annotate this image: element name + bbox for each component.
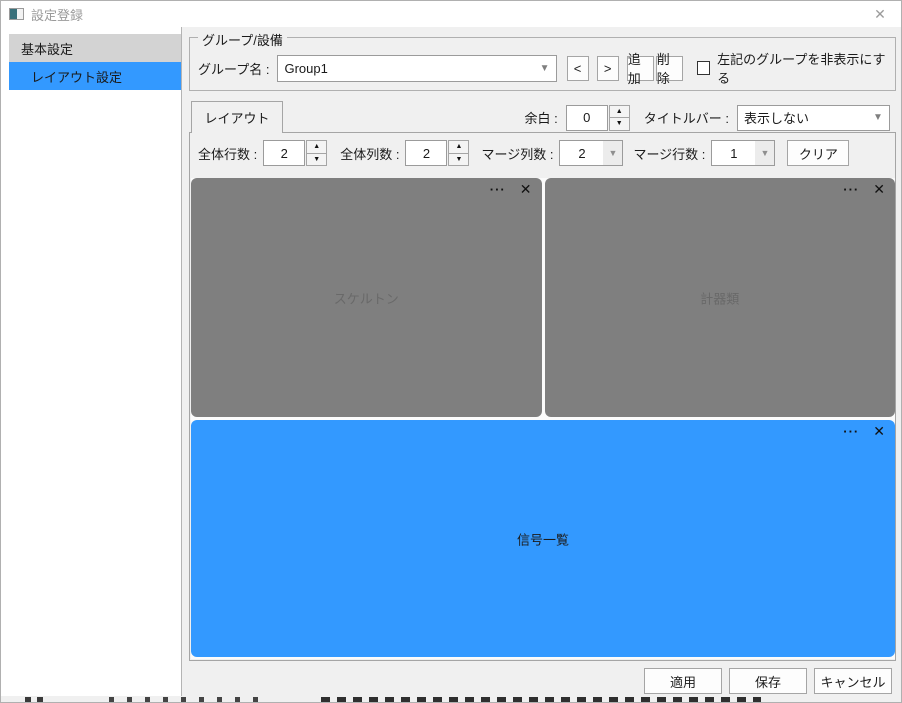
margin-input[interactable]: 0 <box>565 104 608 131</box>
dialog-titlebar: 設定登録 ✕ <box>1 1 901 27</box>
total-rows-spin-buttons: ▲ ▼ <box>306 140 328 166</box>
spin-down-icon[interactable]: ▼ <box>306 152 328 166</box>
titlebar-mode-combobox[interactable]: 表示しない ▼ <box>737 104 890 131</box>
grid-controls-row: 全体行数 : 2 ▲ ▼ 全体列数 : 2 ▲ ▼ マージ列数 : 2 ▼ マー… <box>198 139 891 167</box>
panel-close-icon[interactable]: ✕ <box>873 423 885 440</box>
panel-label: 信号一覧 <box>516 532 569 547</box>
apply-button[interactable]: 適用 <box>644 668 722 694</box>
panel-close-icon[interactable]: ✕ <box>520 181 532 198</box>
panel-header: ··· ✕ <box>843 423 885 440</box>
total-rows-spinner: 2 ▲ ▼ <box>263 140 328 166</box>
background-window-fragment <box>321 697 761 702</box>
background-window-fragment <box>109 697 259 702</box>
sidebar-item-basic-settings[interactable]: 基本設定 <box>9 34 181 62</box>
tab-layout[interactable]: レイアウト <box>191 101 283 133</box>
total-cols-spinner: 2 ▲ ▼ <box>405 140 470 166</box>
merge-cols-label: マージ列数 : <box>481 146 554 162</box>
merge-rows-value: 1 <box>712 141 756 165</box>
next-group-button[interactable]: > <box>596 55 619 81</box>
panel-header: ··· ✕ <box>843 181 885 198</box>
layout-preview-grid: ··· ✕ スケルトン ··· ✕ 計器類 ··· ✕ 信号一覧 <box>191 178 895 659</box>
footer-buttons: 適用 保存 キャンセル <box>644 668 892 694</box>
spin-up-icon[interactable]: ▲ <box>306 140 328 154</box>
prev-group-button[interactable]: < <box>566 55 589 81</box>
hide-group-checkbox[interactable] <box>696 61 711 75</box>
total-rows-input[interactable]: 2 <box>263 140 306 166</box>
background-window-fragment <box>25 697 45 702</box>
panel-instruments[interactable]: ··· ✕ 計器類 <box>544 178 895 417</box>
group-name-combobox[interactable]: Group1 ▼ <box>277 54 557 82</box>
groupbox-legend: グループ/設備 <box>198 30 287 49</box>
sidebar-item-layout-settings[interactable]: レイアウト設定 <box>9 62 181 90</box>
spin-up-icon[interactable]: ▲ <box>448 140 470 154</box>
total-rows-label: 全体行数 : <box>198 146 258 162</box>
settings-sidebar: 基本設定 レイアウト設定 <box>1 27 182 696</box>
panel-label: スケルトン <box>333 291 399 306</box>
total-cols-input[interactable]: 2 <box>405 140 448 166</box>
chevron-down-icon[interactable]: ▼ <box>755 141 775 165</box>
spin-up-icon[interactable]: ▲ <box>608 104 630 118</box>
merge-cols-combobox[interactable]: 2 ▼ <box>559 140 624 166</box>
total-cols-spin-buttons: ▲ ▼ <box>448 140 470 166</box>
ellipsis-menu-icon[interactable]: ··· <box>490 182 506 197</box>
cancel-button[interactable]: キャンセル <box>814 668 892 694</box>
close-icon: ✕ <box>874 5 886 22</box>
ellipsis-menu-icon[interactable]: ··· <box>843 182 859 197</box>
titlebar-mode-value: 表示しない <box>738 105 867 130</box>
group-equipment-groupbox: グループ/設備 グループ名 : Group1 ▼ < > 追加 削除 左記のグル… <box>189 30 896 91</box>
sidebar-item-label: 基本設定 <box>21 41 74 57</box>
group-name-value: Group1 <box>278 55 534 81</box>
add-group-button[interactable]: 追加 <box>626 52 654 86</box>
chevron-down-icon[interactable]: ▼ <box>534 56 556 81</box>
chevron-down-icon[interactable]: ▼ <box>867 106 889 130</box>
clear-button[interactable]: クリア <box>787 140 850 166</box>
panel-header: ··· ✕ <box>490 181 532 198</box>
titlebar-mode-label: タイトルバー : <box>643 111 729 126</box>
sidebar-item-label: レイアウト設定 <box>31 69 123 85</box>
panel-label: 計器類 <box>700 291 740 306</box>
merge-rows-combobox[interactable]: 1 ▼ <box>711 140 776 166</box>
app-window-icon <box>9 8 24 20</box>
window-close-button[interactable]: ✕ <box>865 1 895 27</box>
total-cols-label: 全体列数 : <box>340 146 400 162</box>
tab-layout-label: レイアウト <box>204 111 270 126</box>
layout-container: 全体行数 : 2 ▲ ▼ 全体列数 : 2 ▲ ▼ マージ列数 : 2 ▼ マー… <box>189 132 896 661</box>
main-area: グループ/設備 グループ名 : Group1 ▼ < > 追加 削除 左記のグル… <box>183 27 901 696</box>
margin-spinner: 0 ▲ ▼ <box>565 104 630 131</box>
dialog-title: 設定登録 <box>31 7 84 23</box>
chevron-down-icon[interactable]: ▼ <box>603 141 623 165</box>
background-window-edge <box>1 696 901 702</box>
panel-close-icon[interactable]: ✕ <box>873 181 885 198</box>
panel-signal-list[interactable]: ··· ✕ 信号一覧 <box>191 420 895 657</box>
merge-cols-value: 2 <box>560 141 604 165</box>
margin-spin-buttons: ▲ ▼ <box>608 104 630 131</box>
spin-down-icon[interactable]: ▼ <box>608 117 630 131</box>
ellipsis-menu-icon[interactable]: ··· <box>843 424 859 439</box>
header-controls: 余白 : 0 ▲ ▼ タイトルバー : 表示しない ▼ <box>525 104 890 131</box>
spin-down-icon[interactable]: ▼ <box>448 152 470 166</box>
panel-skeleton[interactable]: ··· ✕ スケルトン <box>191 178 542 417</box>
delete-group-button[interactable]: 削除 <box>655 52 683 86</box>
settings-dialog: 設定登録 ✕ 基本設定 レイアウト設定 グループ/設備 グループ名 : Grou… <box>0 0 902 703</box>
group-row: グループ名 : Group1 ▼ < > 追加 削除 左記のグループを非表示にす… <box>198 52 891 86</box>
save-button[interactable]: 保存 <box>729 668 807 694</box>
hide-group-checkbox-label: 左記のグループを非表示にする <box>717 52 886 86</box>
group-name-label: グループ名 : <box>198 61 270 77</box>
margin-label: 余白 : <box>524 111 558 126</box>
merge-rows-label: マージ行数 : <box>633 146 706 162</box>
